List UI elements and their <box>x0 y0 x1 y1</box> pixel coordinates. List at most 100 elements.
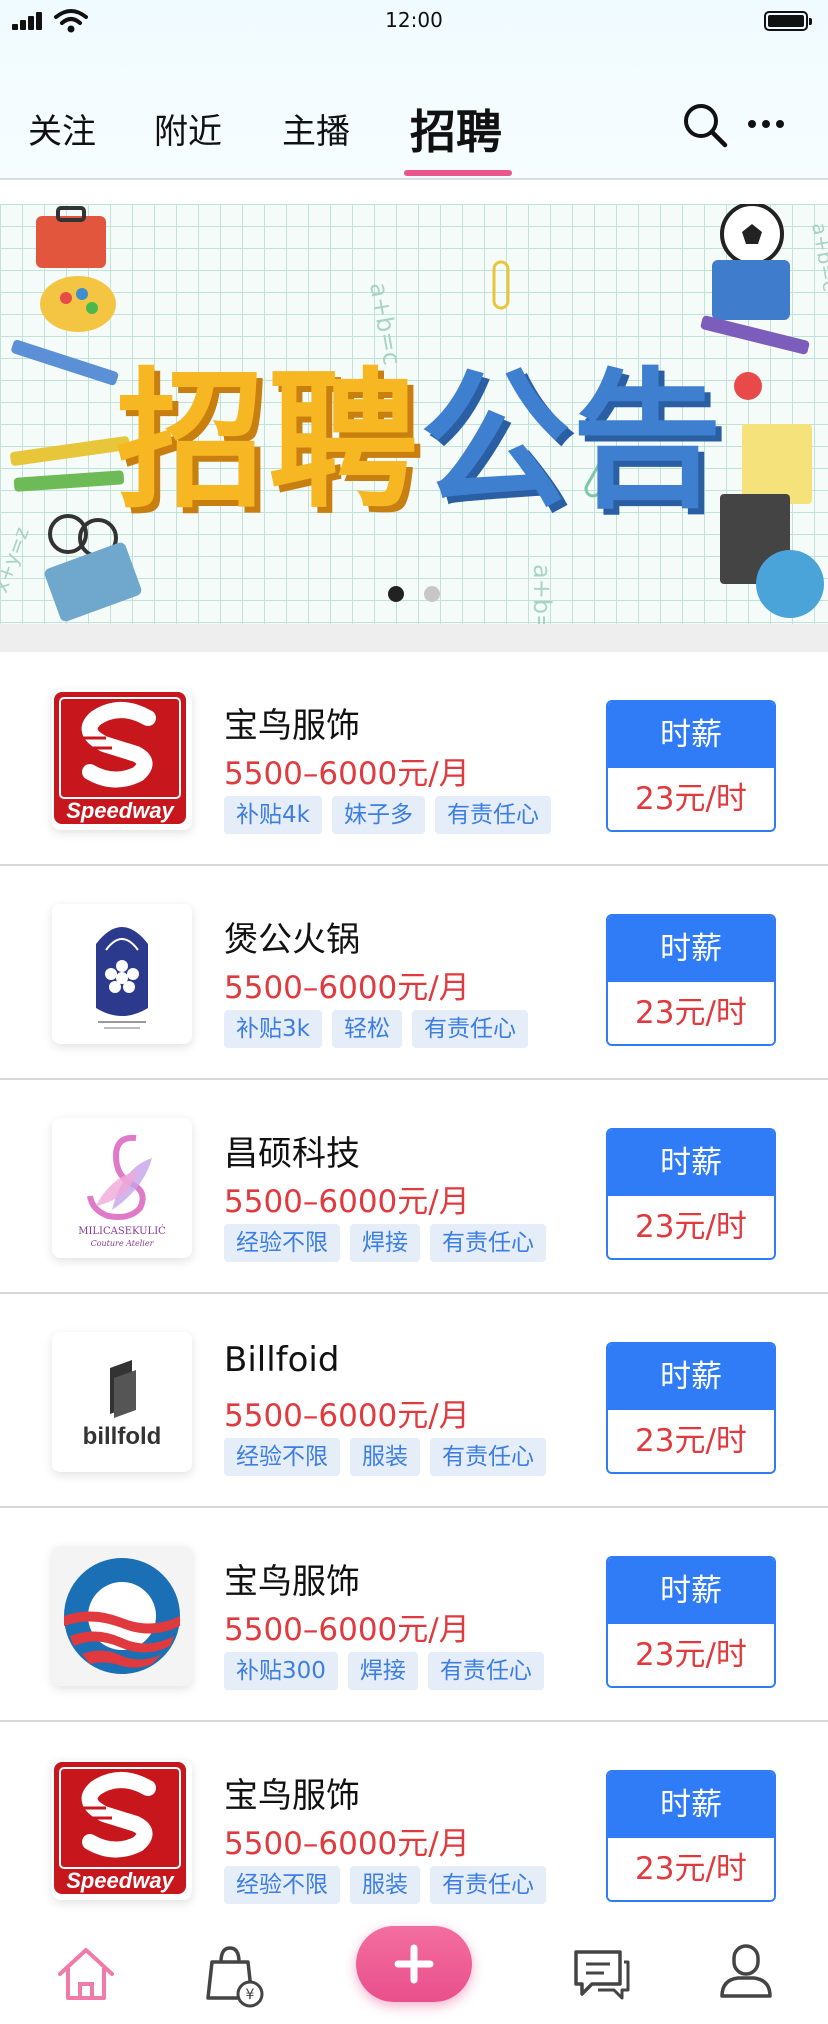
tab-streamer[interactable]: 主播 <box>282 104 350 153</box>
job-tag: 焊接 <box>347 1652 418 1690</box>
tab-follow[interactable]: 关注 <box>28 104 96 153</box>
company-logo <box>52 904 192 1044</box>
speedway-logo-icon: Speedway <box>54 1762 186 1894</box>
hourly-wage-label: 时薪 <box>608 1130 774 1196</box>
svg-text:a+b=c: a+b=c <box>807 221 828 294</box>
company-name: 煲公火锅 <box>224 920 360 960</box>
publish-button[interactable] <box>356 1926 472 2002</box>
chat-icon[interactable] <box>562 1934 642 2014</box>
job-tag: 服装 <box>350 1866 420 1904</box>
hourly-wage-box[interactable]: 时薪 23元/时 <box>606 1770 776 1902</box>
recruitment-banner[interactable]: a+b=c a+b=c x+y=z a+b=c 招聘公告 <box>0 204 828 624</box>
hourly-wage-label: 时薪 <box>608 702 774 768</box>
job-tags: 经验不限 焊接 有责任心 <box>224 1224 556 1262</box>
job-tag: 有责任心 <box>411 1010 528 1048</box>
search-icon[interactable] <box>682 102 728 148</box>
job-tags: 补贴3k 轻松 有责任心 <box>224 1010 538 1048</box>
speedway-logo-icon: Speedway <box>54 692 186 824</box>
job-card[interactable]: 煲公火锅 5500–6000元/月 补贴3k 轻松 有责任心 时薪 23元/时 <box>0 866 828 1080</box>
job-tag: 补贴3k <box>224 1010 322 1048</box>
company-logo <box>52 1546 192 1686</box>
hourly-wage-label: 时薪 <box>608 1344 774 1410</box>
home-icon[interactable] <box>46 1934 126 2014</box>
banner-pagination <box>384 586 444 602</box>
job-card[interactable]: 宝鸟服饰 5500–6000元/月 补贴300 焊接 有责任心 时薪 23元/时 <box>0 1508 828 1722</box>
salary-range: 5500–6000元/月 <box>224 1612 470 1648</box>
hourly-wage-box[interactable]: 时薪 23元/时 <box>606 700 776 832</box>
job-card[interactable]: Speedway 宝鸟服饰 5500–6000元/月 补贴4k 妹子多 有责任心 时… <box>0 652 828 866</box>
hourly-wage-box[interactable]: 时薪 23元/时 <box>606 1342 776 1474</box>
hourly-wage-label: 时薪 <box>608 1772 774 1838</box>
hourly-wage-value: 23元/时 <box>608 768 774 830</box>
job-tag: 补贴4k <box>224 796 322 834</box>
job-tag: 服装 <box>350 1438 420 1476</box>
active-tab-indicator <box>404 170 512 176</box>
pagination-dot[interactable] <box>424 586 440 602</box>
salary-range: 5500–6000元/月 <box>224 1398 470 1434</box>
job-card[interactable]: Speedway 宝鸟服饰 5500–6000元/月 经验不限 服装 有责任心 时薪… <box>0 1722 828 1936</box>
status-bar: 12:00 <box>0 0 828 44</box>
banner-title-part1: 招聘 <box>115 355 420 529</box>
company-name: 宝鸟服饰 <box>224 1776 360 1816</box>
job-tag: 有责任心 <box>434 796 551 834</box>
job-tag: 妹子多 <box>331 796 425 834</box>
logo-text: billfold <box>83 1423 162 1450</box>
company-logo: MILICASEKULIĆ Couture Atelier <box>52 1118 192 1258</box>
salary-range: 5500–6000元/月 <box>224 1826 470 1862</box>
job-tag: 有责任心 <box>430 1866 546 1904</box>
company-logo: billfold <box>52 1332 192 1472</box>
status-time: 12:00 <box>385 8 443 32</box>
banner-title: 招聘公告 <box>90 320 750 537</box>
section-divider <box>0 624 828 652</box>
billfold-logo-icon: billfold <box>83 1360 162 1450</box>
job-tag: 有责任心 <box>430 1438 546 1476</box>
job-tag: 经验不限 <box>224 1866 340 1904</box>
job-tags: 补贴4k 妹子多 有责任心 <box>224 796 561 834</box>
svg-text:a+b=c: a+b=c <box>528 564 556 624</box>
salary-range: 5500–6000元/月 <box>224 756 470 792</box>
company-name: 昌硕科技 <box>224 1134 360 1174</box>
job-tag: 有责任心 <box>427 1652 544 1690</box>
plus-icon <box>394 1944 434 1984</box>
more-icon[interactable] <box>748 112 784 138</box>
hourly-wage-label: 时薪 <box>608 1558 774 1624</box>
orchid-crest-logo-icon <box>96 927 148 1029</box>
user-icon[interactable] <box>706 1934 786 2014</box>
salary-range: 5500–6000元/月 <box>224 970 470 1006</box>
job-tag: 有责任心 <box>430 1224 546 1262</box>
logo-text: Speedway <box>66 798 175 823</box>
svg-text:x+y=z: x+y=z <box>0 524 34 596</box>
job-tag: 焊接 <box>350 1224 420 1262</box>
hourly-wage-value: 23元/时 <box>608 1196 774 1258</box>
tab-recruitment[interactable]: 招聘 <box>410 96 502 162</box>
shopping-bag-icon[interactable]: ¥ <box>194 1934 274 2014</box>
logo-text: Speedway <box>66 1868 175 1893</box>
salary-range: 5500–6000元/月 <box>224 1184 470 1220</box>
job-tags: 补贴300 焊接 有责任心 <box>224 1652 554 1690</box>
job-card[interactable]: MILICASEKULIĆ Couture Atelier 昌硕科技 5500–… <box>0 1080 828 1294</box>
job-tag: 补贴300 <box>224 1652 338 1690</box>
job-tags: 经验不限 服装 有责任心 <box>224 1866 556 1904</box>
hourly-wage-box[interactable]: 时薪 23元/时 <box>606 1556 776 1688</box>
tab-nearby[interactable]: 附近 <box>154 104 222 153</box>
job-card[interactable]: billfold Billfoid 5500–6000元/月 经验不限 服装 有责任… <box>0 1294 828 1508</box>
hourly-wage-box[interactable]: 时薪 23元/时 <box>606 914 776 1046</box>
company-name: Billfoid <box>224 1340 340 1380</box>
bottom-nav: ¥ <box>0 1926 828 2024</box>
hourly-wage-value: 23元/时 <box>608 1838 774 1900</box>
company-name: 宝鸟服饰 <box>224 1562 360 1602</box>
job-tag: 经验不限 <box>224 1438 340 1476</box>
company-name: 宝鸟服饰 <box>224 706 360 746</box>
top-bar: 12:00 关注 附近 主播 招聘 <box>0 0 828 180</box>
pagination-dot-active[interactable] <box>388 586 404 602</box>
hourly-wage-box[interactable]: 时薪 23元/时 <box>606 1128 776 1260</box>
rising-sun-logo-icon <box>64 1558 180 1674</box>
hourly-wage-label: 时薪 <box>608 916 774 982</box>
hourly-wage-value: 23元/时 <box>608 982 774 1044</box>
job-tags: 经验不限 服装 有责任心 <box>224 1438 556 1476</box>
logo-text: MILICASEKULIĆ <box>78 1225 166 1237</box>
svg-text:¥: ¥ <box>246 1987 255 2003</box>
job-tag: 经验不限 <box>224 1224 340 1262</box>
company-logo: Speedway <box>52 690 192 830</box>
job-tag: 轻松 <box>331 1010 402 1048</box>
